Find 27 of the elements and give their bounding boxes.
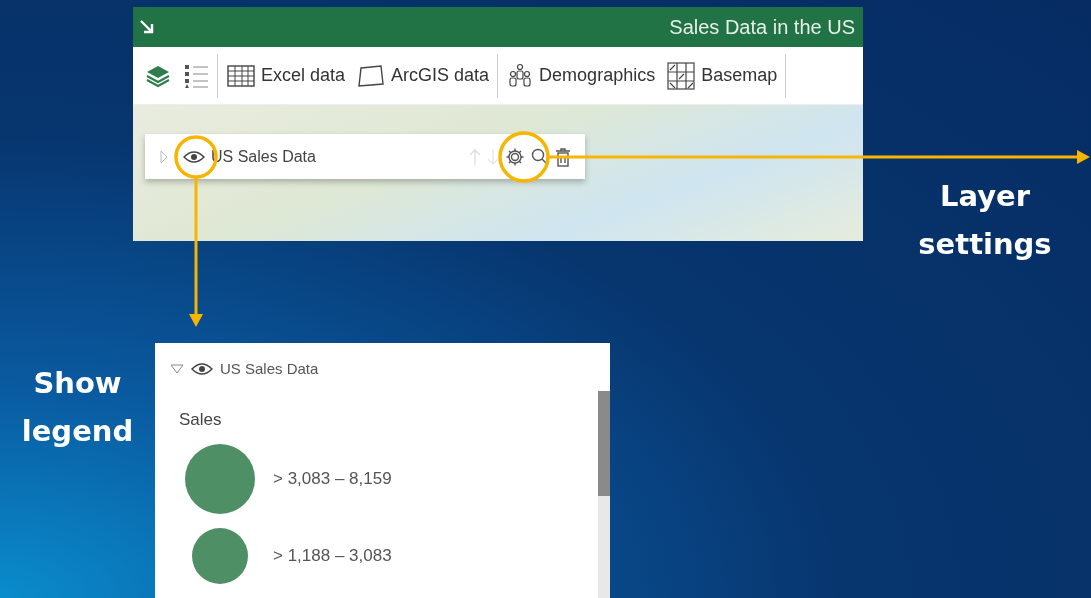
class-label: > 1,188 – 3,083	[273, 546, 392, 566]
diagonal-arrow-icon[interactable]	[139, 19, 155, 35]
zoom-icon[interactable]	[531, 147, 549, 166]
panel-title: Sales Data in the US	[669, 15, 855, 39]
eye-icon[interactable]	[183, 149, 205, 164]
callout-label: Layer settings	[917, 178, 1053, 263]
map-grid-icon	[667, 61, 696, 90]
toolbar-button[interactable]: Demographics	[501, 58, 662, 93]
circle-symbol	[192, 528, 248, 584]
legend-title: Sales	[179, 410, 223, 430]
toolbar-button[interactable]: ArcGIS data	[351, 53, 499, 98]
layer-name: US Sales Data	[220, 360, 319, 377]
class-label: > 3,083 – 8,159	[273, 469, 392, 489]
eye-icon[interactable]	[191, 361, 213, 376]
polygon-icon	[357, 63, 386, 88]
list-icon	[183, 62, 209, 89]
people-icon	[507, 62, 534, 89]
layers-icon	[145, 63, 171, 88]
callout-label: Show legend	[20, 365, 135, 450]
toolbar-button[interactable]: Basemap	[661, 53, 787, 98]
table-icon	[227, 64, 255, 87]
trash-icon[interactable]	[555, 146, 571, 167]
highlight-circle	[498, 131, 550, 183]
scrollbar[interactable]	[598, 391, 610, 598]
toolbar-button[interactable]: Excel data	[221, 60, 352, 91]
collapse-triangle-icon[interactable]	[170, 363, 184, 374]
settings-icon[interactable]	[505, 146, 525, 167]
